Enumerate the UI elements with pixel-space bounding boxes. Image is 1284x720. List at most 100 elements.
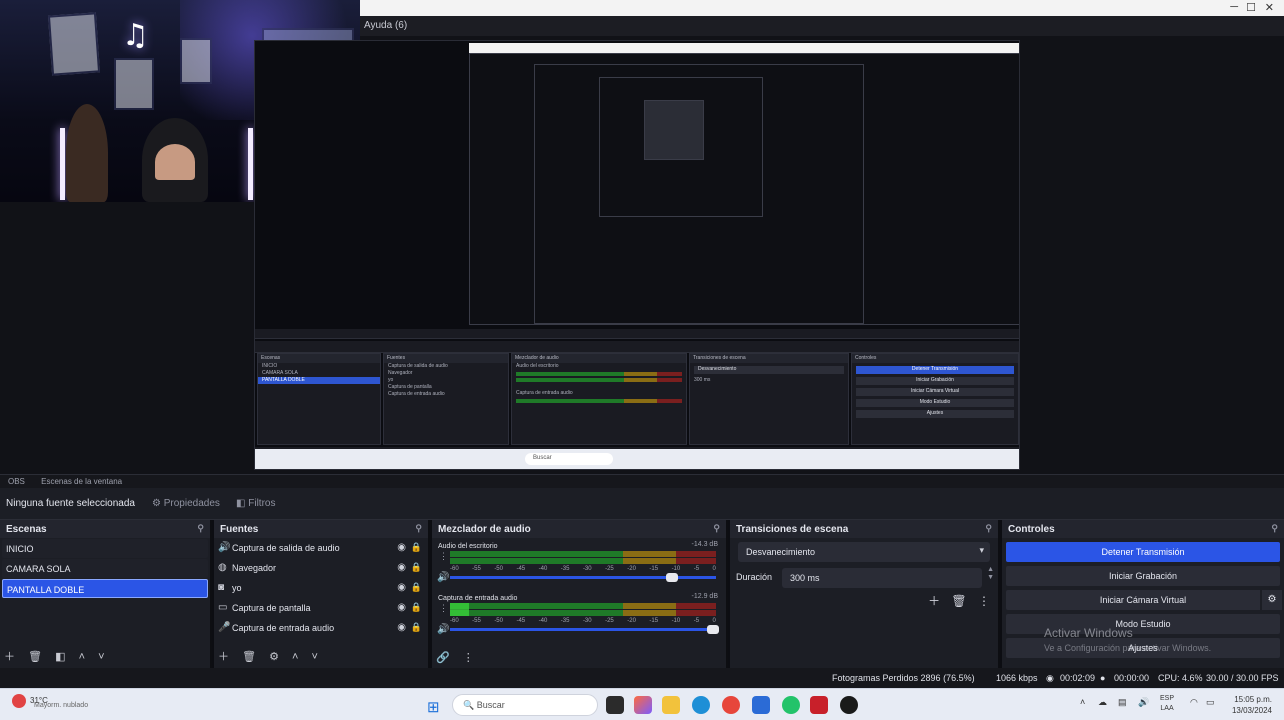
volume-slider-knob[interactable] [707, 625, 719, 634]
nested-sources-dock: Fuentes Captura de salida de audio Naveg… [383, 353, 509, 445]
scene-item-pantalla-doble[interactable]: PANTALLA DOBLE [2, 579, 208, 598]
more-icon[interactable]: ⋮ [463, 652, 474, 664]
eye-icon[interactable]: ◉ [397, 602, 406, 613]
source-name: Navegador [232, 563, 277, 573]
start-virtual-camera-button[interactable]: Iniciar Cámara Virtual ⚙ [1006, 590, 1282, 610]
dock-settings-icon[interactable]: ⚲ [985, 523, 992, 534]
nested-dock-title: Controles [852, 354, 1018, 363]
properties-button[interactable]: ⚙ Propiedades [152, 498, 220, 509]
person-face [155, 144, 195, 180]
link-icon[interactable]: 🔗 [436, 652, 450, 664]
meter-tick-label: -60 [450, 618, 459, 624]
scene-item-inicio[interactable]: INICIO [2, 539, 208, 558]
filters-button[interactable]: ◧ Filtros [236, 498, 275, 509]
whatsapp-icon[interactable] [782, 696, 800, 714]
move-down-icon[interactable]: ˅ [98, 651, 104, 663]
screen-capture-source: Escenas INICIO CAMARA SOLA PANTALLA DOBL… [254, 40, 1020, 470]
weather-widget[interactable]: 31°C Mayorm. nublado [12, 694, 88, 709]
transition-select[interactable]: Desvanecimiento ▾ [738, 542, 990, 562]
dock-settings-icon[interactable]: ⚲ [415, 523, 422, 534]
app-icon[interactable] [810, 696, 828, 714]
source-item[interactable]: ◙ yo ◉ 🔒 [214, 578, 428, 598]
edge-icon[interactable] [692, 696, 710, 714]
lock-icon[interactable]: 🔒 [411, 602, 422, 613]
add-icon[interactable]: ＋ [218, 651, 229, 663]
taskbar-search[interactable]: 🔍 Buscar [452, 694, 598, 716]
duration-input[interactable]: 300 ms [782, 568, 982, 588]
source-item[interactable]: ▭ Captura de pantalla ◉ 🔒 [214, 598, 428, 618]
duration-spinner[interactable]: ▲ ▼ [987, 566, 994, 582]
volume-slider[interactable] [450, 628, 716, 631]
eye-icon[interactable]: ◉ [397, 622, 406, 633]
obs-window: ♫ ─ ☐ ✕ Ayuda (6) Escenas INICIO CAMARA … [0, 0, 1284, 720]
channel-menu-icon[interactable]: ⋮ [439, 603, 448, 614]
mode-bar-item[interactable]: Escenas de la ventana [41, 477, 122, 486]
lock-icon[interactable]: 🔒 [411, 542, 422, 553]
speaker-icon[interactable]: 🔊 [437, 572, 449, 583]
start-recording-button[interactable]: Iniciar Grabación [1006, 566, 1280, 586]
network-icon[interactable]: ▤ [1118, 697, 1127, 708]
fps: 30.00 / 30.00 FPS [1206, 673, 1279, 683]
trash-icon[interactable]: 🗑 [28, 651, 42, 663]
close-icon[interactable]: ✕ [1265, 1, 1274, 14]
channel-menu-icon[interactable]: ⋮ [439, 551, 448, 562]
battery-icon[interactable]: ▭ [1206, 697, 1215, 708]
taskbar-clock[interactable]: 15:05 p.m. 13/03/2024 [1232, 694, 1272, 716]
chevron-up-icon[interactable]: ˄ [1080, 697, 1085, 707]
eye-icon[interactable]: ◉ [397, 562, 406, 573]
trash-icon[interactable]: 🗑 [951, 594, 966, 608]
source-item[interactable]: 🔊 Captura de salida de audio ◉ 🔒 [214, 538, 428, 558]
eye-icon[interactable]: ◉ [397, 582, 406, 593]
scene-transitions-dock: Transiciones de escena ⚲ Desvanecimiento ▾… [730, 520, 1000, 668]
search-placeholder: Buscar [476, 700, 505, 710]
move-up-icon[interactable]: ˄ [79, 651, 85, 663]
eye-icon[interactable]: ◉ [397, 542, 406, 553]
lang-top: ESP [1160, 695, 1175, 702]
add-icon[interactable]: ＋ [928, 594, 940, 608]
gear-icon[interactable]: ⚙ [269, 651, 279, 663]
nested-dock-title: Fuentes [384, 354, 508, 363]
meter-tick-label: -30 [582, 566, 592, 572]
gear-icon[interactable]: ⚙ [1260, 590, 1282, 610]
lock-icon[interactable]: 🔒 [411, 622, 422, 633]
move-up-icon[interactable]: ˄ [292, 651, 298, 663]
obs-icon[interactable] [840, 696, 858, 714]
dock-settings-icon[interactable]: ⚲ [1271, 523, 1278, 534]
nested-dock-title: Escenas [258, 354, 380, 363]
nested-dock-title: Mezclador de audio [512, 354, 686, 363]
weather-icon [12, 694, 26, 708]
source-item[interactable]: ◍ Navegador ◉ 🔒 [214, 558, 428, 578]
wifi-icon[interactable]: ◠ [1190, 697, 1198, 708]
volume-icon[interactable]: 🔊 [1138, 697, 1149, 708]
language-indicator[interactable]: ESP LAA [1160, 694, 1174, 714]
scene-item-camara-sola[interactable]: CAMARA SOLA [2, 559, 208, 578]
onedrive-icon[interactable]: ☁ [1098, 697, 1107, 708]
speaker-icon[interactable]: 🔊 [437, 624, 449, 635]
file-explorer-icon[interactable] [662, 696, 680, 714]
dock-settings-icon[interactable]: ⚲ [713, 523, 720, 534]
nested-preview-4 [644, 100, 704, 160]
volume-slider-knob[interactable] [666, 573, 678, 582]
windows-start-icon[interactable]: ⊞ [427, 698, 440, 716]
meter-tick-label: -20 [627, 618, 636, 624]
source-item[interactable]: 🎤 Captura de entrada audio ◉ 🔒 [214, 618, 428, 638]
store-icon[interactable] [752, 696, 770, 714]
lock-icon[interactable]: 🔒 [411, 582, 422, 593]
trash-icon[interactable]: 🗑 [242, 651, 256, 663]
add-icon[interactable]: ＋ [4, 651, 15, 663]
stop-streaming-button[interactable]: Detener Transmisión [1006, 542, 1280, 562]
dock-settings-icon[interactable]: ⚲ [197, 523, 204, 534]
filter-icon[interactable]: ◧ [55, 651, 65, 663]
move-down-icon[interactable]: ˅ [312, 651, 318, 663]
mode-bar-item[interactable]: OBS [8, 477, 25, 486]
maximize-icon[interactable]: ☐ [1246, 1, 1256, 14]
more-icon[interactable]: ⋮ [978, 594, 990, 608]
source-name: Captura de pantalla [232, 603, 311, 613]
task-view-icon[interactable] [606, 696, 624, 714]
chrome-icon[interactable] [722, 696, 740, 714]
wall-poster [180, 38, 212, 84]
copilot-icon[interactable] [634, 696, 652, 714]
nested-control: Iniciar Cámara Virtual [856, 388, 1014, 396]
minimize-icon[interactable]: ─ [1230, 1, 1238, 13]
lock-icon[interactable]: 🔒 [411, 562, 422, 573]
